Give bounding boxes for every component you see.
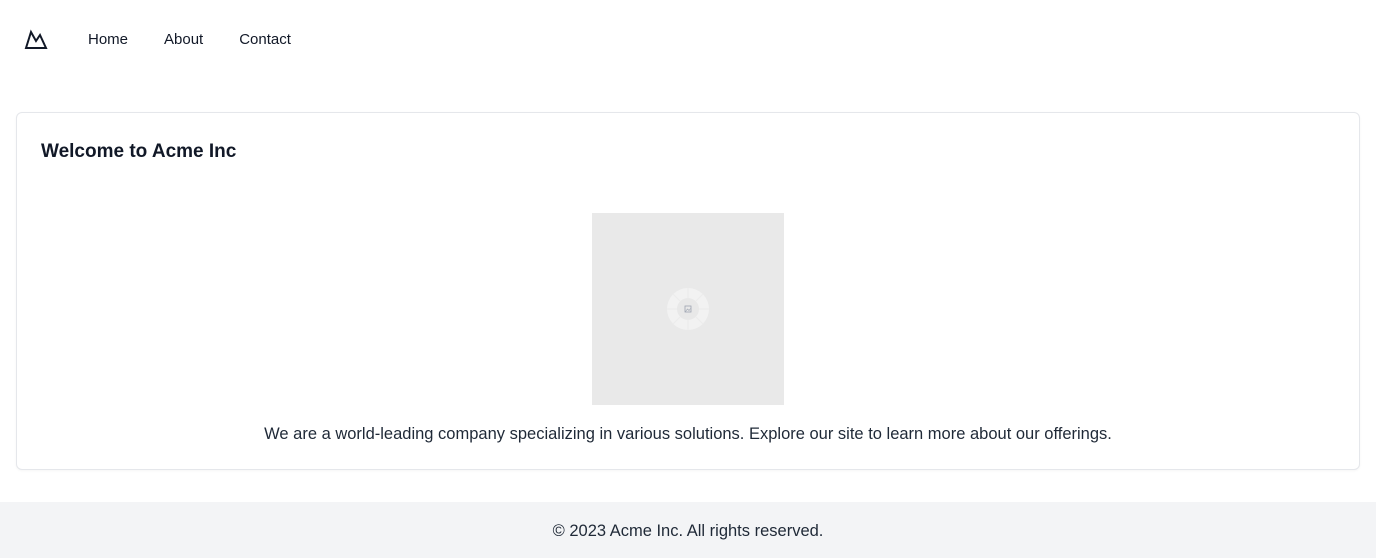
site-footer: © 2023 Acme Inc. All rights reserved. — [0, 502, 1376, 558]
main-nav: Home About Contact — [88, 30, 327, 50]
welcome-description: We are a world-leading company specializ… — [264, 425, 1112, 443]
nav-home-link[interactable]: Home — [88, 30, 128, 50]
page-title: Welcome to Acme Inc — [41, 141, 237, 162]
hero-image — [592, 213, 784, 405]
welcome-card: Welcome to Acme Inc We are a world-leadi… — [16, 112, 1360, 470]
image-placeholder-icon — [667, 288, 709, 330]
nav-about-link[interactable]: About — [164, 30, 203, 50]
logo-link[interactable] — [24, 29, 48, 51]
nav-contact-link[interactable]: Contact — [239, 30, 291, 50]
site-header: Home About Contact — [0, 0, 1376, 80]
mountain-icon — [24, 29, 48, 49]
copyright-text: © 2023 Acme Inc. All rights reserved. — [552, 522, 824, 540]
